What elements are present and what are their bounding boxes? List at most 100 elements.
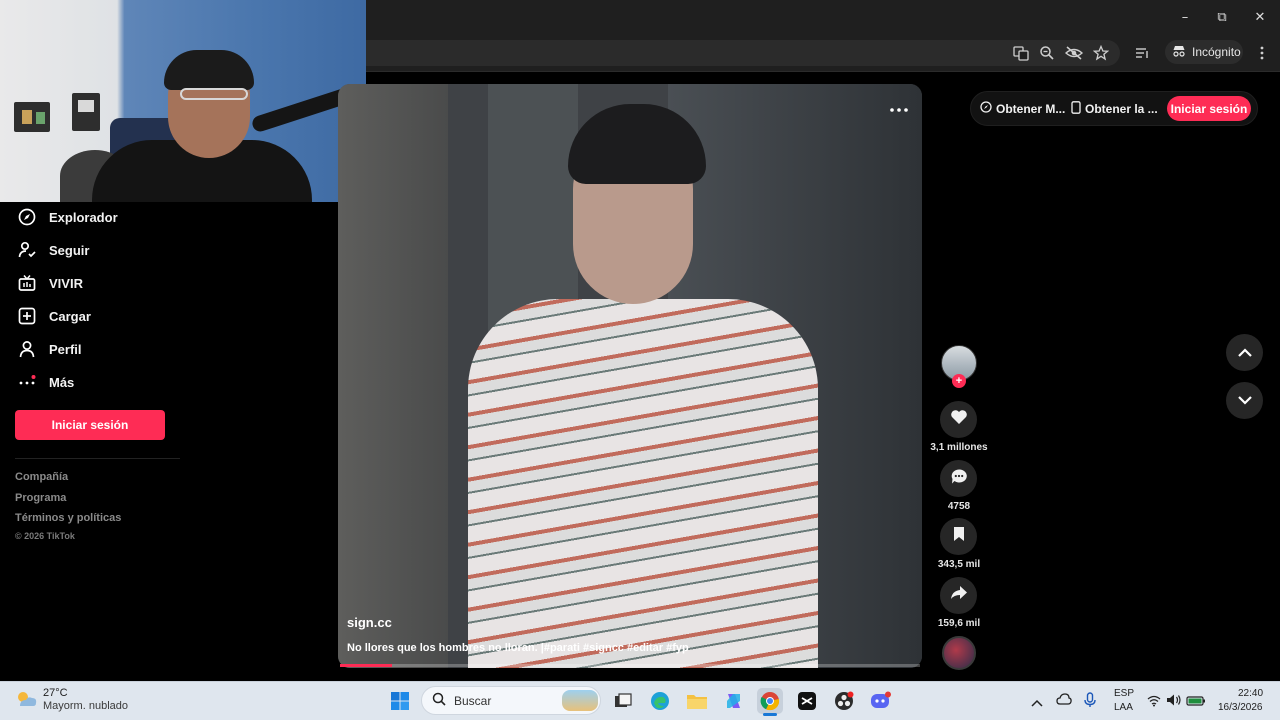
share-button[interactable] (940, 577, 977, 614)
search-highlight-image (562, 690, 598, 711)
taskbar-search[interactable]: Buscar (421, 686, 601, 715)
incognito-icon (1172, 45, 1186, 60)
video-progress-track[interactable] (340, 664, 920, 667)
active-app-indicator (763, 713, 777, 716)
upload-icon (18, 307, 36, 325)
heart-icon (950, 409, 968, 430)
weather-temp[interactable]: 27°C (43, 687, 68, 699)
search-icon (432, 692, 446, 709)
maximize-icon[interactable]: ⧉ (1210, 6, 1234, 28)
more-icon (18, 373, 36, 391)
chevron-up-icon (1237, 344, 1252, 362)
compass-icon (18, 208, 36, 226)
webcam-overlay (0, 0, 366, 202)
get-coins-link[interactable]: Obtener M... (980, 101, 1065, 116)
comment-button[interactable] (940, 460, 977, 497)
edge-icon[interactable] (647, 688, 673, 714)
get-app-label: Obtener la ... (1085, 102, 1158, 116)
shelf-item (78, 100, 94, 112)
windows-start-icon[interactable] (387, 688, 413, 714)
sidebar-item-label: Cargar (49, 308, 91, 324)
coin-icon (980, 101, 992, 116)
video-caption: No llores que los hombres no lloran. |#p… (347, 642, 689, 654)
top-login-button[interactable]: Iniciar sesión (1167, 96, 1251, 121)
cloud-sync-icon[interactable] (1056, 692, 1072, 708)
get-coins-label: Obtener M... (996, 101, 1066, 116)
address-bar[interactable] (280, 40, 1120, 66)
video-shirt (468, 299, 818, 668)
comment-icon (950, 468, 968, 490)
follow-icon (18, 241, 36, 259)
save-button[interactable] (940, 518, 977, 555)
task-view-icon[interactable] (610, 688, 636, 714)
sidebar-divider (15, 458, 180, 459)
next-video-button[interactable] (1226, 382, 1263, 419)
microphone-icon[interactable] (1084, 692, 1098, 708)
incognito-badge[interactable]: Incógnito (1165, 40, 1243, 64)
video-author[interactable]: sign.cc (347, 615, 392, 630)
battery-icon[interactable] (1186, 694, 1206, 706)
comment-count: 4758 (947, 501, 971, 512)
person-icon (18, 340, 36, 358)
menu-icon[interactable] (1251, 42, 1273, 64)
share-count: 159,6 mil (937, 618, 981, 629)
wifi-icon[interactable] (1147, 694, 1161, 707)
sidebar-item-label: Más (49, 374, 75, 390)
chrome-icon[interactable] (757, 688, 783, 714)
footer-link-program[interactable]: Programa (15, 492, 66, 504)
close-icon[interactable]: ✕ (1248, 6, 1272, 28)
footer-link-terms[interactable]: Términos y políticas (15, 512, 121, 524)
eye-off-icon[interactable] (1063, 42, 1085, 64)
capcut-icon[interactable] (794, 688, 820, 714)
phone-icon (1071, 101, 1081, 117)
wall-shelf (72, 93, 100, 131)
glasses (180, 88, 248, 100)
obs-icon[interactable] (831, 688, 857, 714)
bookmark-icon (953, 526, 965, 547)
clock-date[interactable]: 16/3/2026 (1218, 702, 1263, 713)
translate-icon[interactable] (1010, 42, 1032, 64)
file-explorer-icon[interactable] (684, 688, 710, 714)
login-button[interactable]: Iniciar sesión (15, 410, 165, 440)
sidebar-item-seguir[interactable]: Seguir (18, 238, 89, 262)
share-icon (950, 585, 968, 606)
weather-desc[interactable]: Mayorm. nublado (43, 700, 128, 712)
shelf-item (36, 112, 45, 124)
minimize-icon[interactable]: – (1173, 6, 1197, 28)
search-placeholder: Buscar (454, 693, 492, 708)
music-disc[interactable] (942, 636, 976, 670)
sidebar-item-vivir[interactable]: VIVIR (18, 271, 83, 295)
sidebar-item-cargar[interactable]: Cargar (18, 304, 91, 328)
video-progress-fill (340, 664, 392, 667)
sidebar-item-explorador[interactable]: Explorador (18, 205, 118, 229)
video-player[interactable] (338, 84, 922, 668)
copilot-icon[interactable] (721, 688, 747, 714)
previous-video-button[interactable] (1226, 334, 1263, 371)
sidebar-item-mas[interactable]: Más (18, 370, 74, 394)
live-icon (18, 274, 36, 292)
weather-icon[interactable] (14, 688, 38, 710)
discord-icon[interactable] (868, 688, 894, 714)
media-icon[interactable] (1131, 42, 1153, 64)
like-button[interactable] (940, 401, 977, 438)
more-options-icon[interactable] (888, 102, 910, 118)
keyboard-lang[interactable]: ESP (1114, 688, 1134, 699)
sidebar-item-label: VIVIR (49, 275, 83, 291)
star-icon[interactable] (1090, 42, 1112, 64)
volume-icon[interactable] (1166, 693, 1182, 707)
sidebar-item-perfil[interactable]: Perfil (18, 337, 82, 361)
sidebar-item-label: Perfil (49, 341, 82, 357)
save-count: 343,5 mil (937, 559, 981, 570)
sidebar-item-label: Explorador (49, 209, 118, 225)
clock-time[interactable]: 22:40 (1238, 688, 1263, 699)
chevron-up-icon[interactable] (1031, 694, 1043, 707)
footer-link-company[interactable]: Compañía (15, 471, 68, 483)
footer-copyright: © 2026 TikTok (15, 531, 75, 541)
follow-plus-icon[interactable]: + (952, 374, 966, 388)
keyboard-layout[interactable]: LAA (1114, 702, 1133, 713)
shelf-item (22, 110, 32, 124)
chevron-down-icon (1237, 392, 1252, 410)
get-app-link[interactable]: Obtener la ... (1071, 101, 1158, 117)
zoom-icon[interactable] (1036, 42, 1058, 64)
video-wall-left (338, 84, 448, 668)
